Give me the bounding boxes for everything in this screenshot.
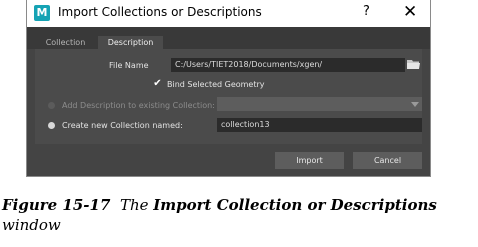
file-name-input[interactable]: C:/Users/TIET2018/Documents/xgen/ (171, 58, 405, 72)
cancel-button[interactable]: Cancel (353, 152, 422, 169)
tab-collection[interactable]: Collection (36, 36, 95, 49)
create-collection-radio[interactable] (48, 122, 55, 129)
caption-suffix: window (2, 216, 61, 234)
existing-collection-dropdown[interactable] (217, 97, 422, 111)
file-name-label: File Name (109, 61, 149, 70)
caption-the: The (119, 196, 149, 214)
chevron-down-icon (411, 102, 419, 107)
figure-caption: Figure 15-17 The Import Collection or De… (2, 195, 478, 235)
folder-icon[interactable] (407, 59, 420, 70)
description-panel: File Name C:/Users/TIET2018/Documents/xg… (35, 49, 422, 144)
close-button[interactable]: ✕ (403, 2, 417, 22)
tab-bar: Collection Description (27, 27, 430, 49)
bind-geometry-label: Bind Selected Geometry (167, 80, 265, 89)
figure-number: Figure 15-17 (2, 196, 111, 214)
help-button[interactable]: ? (363, 4, 370, 19)
add-description-radio[interactable] (48, 102, 55, 109)
window-title: Import Collections or Descriptions (58, 5, 262, 19)
caption-title: Import Collection or Descriptions (153, 196, 437, 214)
import-dialog: M Import Collections or Descriptions ? ✕… (26, 0, 431, 177)
create-collection-label: Create new Collection named: (62, 121, 183, 130)
dialog-body: Collection Description File Name C:/User… (27, 27, 430, 176)
import-button[interactable]: Import (275, 152, 344, 169)
bind-geometry-checkbox[interactable]: ✔ (153, 79, 162, 89)
collection-name-input[interactable]: collection13 (217, 118, 422, 132)
tab-description[interactable]: Description (98, 36, 163, 49)
maya-app-icon: M (34, 5, 50, 21)
title-bar[interactable]: M Import Collections or Descriptions ? ✕ (27, 0, 430, 27)
add-description-label: Add Description to existing Collection: (62, 101, 215, 110)
